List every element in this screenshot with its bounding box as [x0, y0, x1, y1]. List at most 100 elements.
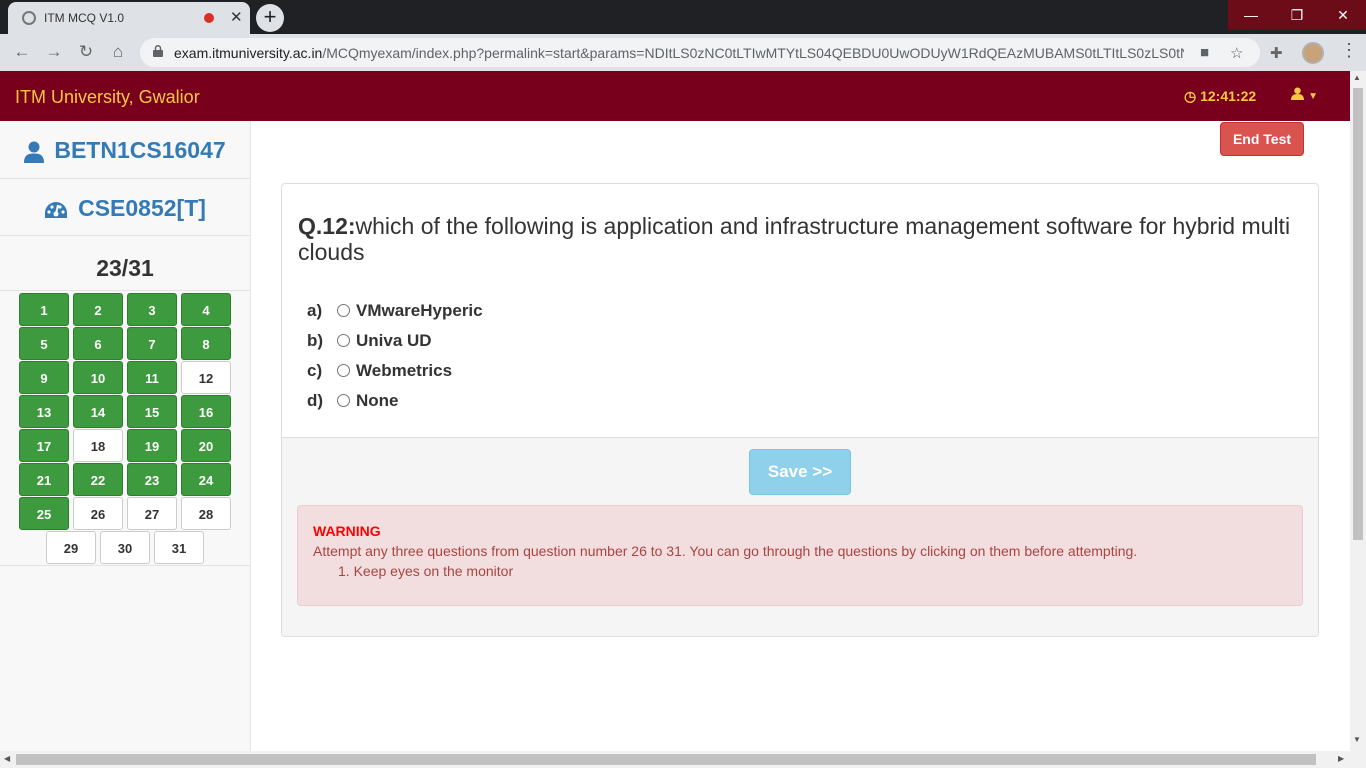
- close-tab-icon[interactable]: ✕: [230, 8, 243, 26]
- home-icon[interactable]: ⌂: [107, 41, 129, 63]
- question-nav-button-16[interactable]: 16: [181, 395, 231, 428]
- option-text: Webmetrics: [356, 361, 453, 380]
- question-nav-button-14[interactable]: 14: [73, 395, 123, 428]
- question-nav-button-13[interactable]: 13: [19, 395, 69, 428]
- warning-text: Attempt any three questions from questio…: [313, 543, 1138, 559]
- question-nav-button-25[interactable]: 25: [19, 497, 69, 530]
- browser-tab-bar: ITM MCQ V1.0 ✕ + — ❐ ✕: [0, 0, 1366, 34]
- option-a[interactable]: a) VMwareHyperic: [307, 301, 483, 331]
- question-nav-button-3[interactable]: 3: [127, 293, 177, 326]
- scroll-up-icon[interactable]: ▲: [1353, 73, 1361, 82]
- app-header: ITM University, Gwalior ◷ 12:41:22 ▼: [0, 71, 1350, 121]
- caret-down-icon: ▼: [1308, 91, 1319, 102]
- question-nav-button-20[interactable]: 20: [181, 429, 231, 462]
- option-b[interactable]: b) Univa UD: [307, 331, 432, 361]
- question-nav-button-4[interactable]: 4: [181, 293, 231, 326]
- browser-tab[interactable]: ITM MCQ V1.0 ✕: [8, 2, 250, 34]
- horizontal-scroll-thumb[interactable]: [16, 754, 1316, 765]
- user-icon: [1291, 87, 1304, 100]
- forward-icon[interactable]: →: [43, 41, 65, 63]
- option-c-radio[interactable]: [337, 364, 350, 377]
- question-text: which of the following is application an…: [298, 213, 1291, 265]
- option-text: None: [356, 391, 399, 410]
- question-number: Q.12:: [298, 213, 356, 239]
- end-test-button[interactable]: End Test: [1220, 122, 1304, 156]
- question-nav-button-23[interactable]: 23: [127, 463, 177, 496]
- minimize-button[interactable]: —: [1228, 0, 1274, 30]
- scroll-left-icon[interactable]: ◀: [4, 754, 10, 763]
- instruction-item: 1. Keep eyes on the monitor: [338, 563, 514, 579]
- warning-title: WARNING: [313, 523, 381, 539]
- question-nav-button-30[interactable]: 30: [100, 531, 150, 564]
- question-nav-button-22[interactable]: 22: [73, 463, 123, 496]
- question-nav-button-29[interactable]: 29: [46, 531, 96, 564]
- option-letter: d): [307, 391, 324, 410]
- question-navigator: 1 2 3 4 5 6 7 8 9 10 11 12 13 14 15 16 17 18 19 20 21 22 23 24 2…: [0, 292, 250, 566]
- question-nav-button-28[interactable]: 28: [181, 497, 231, 530]
- warning-alert: WARNING Attempt any three questions from…: [297, 505, 1303, 606]
- scroll-right-icon[interactable]: ▶: [1338, 754, 1344, 763]
- option-letter: c): [307, 361, 323, 380]
- option-d[interactable]: d) None: [307, 391, 399, 421]
- maximize-button[interactable]: ❐: [1274, 0, 1320, 30]
- question-nav-button-19[interactable]: 19: [127, 429, 177, 462]
- close-window-button[interactable]: ✕: [1320, 0, 1366, 30]
- tab-title: ITM MCQ V1.0: [44, 11, 125, 25]
- roll-number: BETN1CS16047: [54, 137, 226, 163]
- address-bar[interactable]: exam.itmuniversity.ac.in/MCQmyexam/index…: [140, 38, 1260, 67]
- progress-count: 23/31: [96, 255, 154, 281]
- student-info: BETN1CS16047: [0, 121, 250, 179]
- horizontal-scrollbar[interactable]: ◀ ▶: [0, 751, 1366, 768]
- question-nav-button-17[interactable]: 17: [19, 429, 69, 462]
- recording-indicator-icon: [204, 13, 214, 23]
- browser-menu-icon[interactable]: ⋮: [1340, 40, 1358, 61]
- bookmark-star-icon[interactable]: ☆: [1230, 44, 1243, 62]
- question-nav-button-10[interactable]: 10: [73, 361, 123, 394]
- vertical-scrollbar[interactable]: ▲ ▼: [1350, 71, 1366, 751]
- question-nav-button-31[interactable]: 31: [154, 531, 204, 564]
- save-button[interactable]: Save >>: [749, 449, 851, 495]
- question-nav-button-27[interactable]: 27: [127, 497, 177, 530]
- camera-icon[interactable]: ■: [1200, 44, 1209, 61]
- option-letter: a): [307, 301, 323, 320]
- question-nav-button-5[interactable]: 5: [19, 327, 69, 360]
- course-info: CSE0852[T]: [0, 179, 250, 236]
- option-text: VMwareHyperic: [356, 301, 483, 320]
- question-nav-button-26[interactable]: 26: [73, 497, 123, 530]
- option-d-radio[interactable]: [337, 394, 350, 407]
- option-b-radio[interactable]: [337, 334, 350, 347]
- user-menu-dropdown[interactable]: ▼: [1291, 86, 1318, 103]
- question-nav-button-11[interactable]: 11: [127, 361, 177, 394]
- vertical-scroll-thumb[interactable]: [1353, 88, 1363, 540]
- question-heading: Q.12:which of the following is applicati…: [298, 213, 1298, 265]
- question-nav-button-2[interactable]: 2: [73, 293, 123, 326]
- question-nav-button-1[interactable]: 1: [19, 293, 69, 326]
- option-a-radio[interactable]: [337, 304, 350, 317]
- question-nav-button-15[interactable]: 15: [127, 395, 177, 428]
- extensions-icon[interactable]: ✚: [1270, 44, 1283, 62]
- timer-value: 12:41:22: [1200, 88, 1257, 104]
- sidebar: BETN1CS16047 CSE0852[T] 23/31 1234567891…: [0, 121, 251, 751]
- brand-title[interactable]: ITM University, Gwalior: [15, 87, 200, 108]
- new-tab-button[interactable]: +: [256, 4, 284, 32]
- profile-avatar[interactable]: [1302, 42, 1324, 64]
- reload-icon[interactable]: ↻: [75, 41, 97, 63]
- globe-icon: [22, 11, 36, 25]
- exam-timer: ◷ 12:41:22: [1184, 88, 1256, 105]
- question-nav-button-7[interactable]: 7: [127, 327, 177, 360]
- question-nav-button-24[interactable]: 24: [181, 463, 231, 496]
- question-nav-button-8[interactable]: 8: [181, 327, 231, 360]
- back-icon[interactable]: ←: [11, 41, 33, 63]
- question-nav-button-9[interactable]: 9: [19, 361, 69, 394]
- question-nav-button-21[interactable]: 21: [19, 463, 69, 496]
- question-nav-button-18[interactable]: 18: [73, 429, 123, 462]
- scroll-down-icon[interactable]: ▼: [1353, 735, 1361, 744]
- panel-footer: Save >> WARNING Attempt any three questi…: [282, 437, 1318, 636]
- browser-toolbar: ← → ↻ ⌂ exam.itmuniversity.ac.in/MCQmyex…: [0, 34, 1366, 71]
- option-c[interactable]: c) Webmetrics: [307, 361, 452, 391]
- user-icon: [24, 141, 45, 163]
- question-nav-button-6[interactable]: 6: [73, 327, 123, 360]
- question-nav-button-12[interactable]: 12: [181, 361, 231, 394]
- lock-icon: [153, 45, 163, 57]
- option-letter: b): [307, 331, 324, 350]
